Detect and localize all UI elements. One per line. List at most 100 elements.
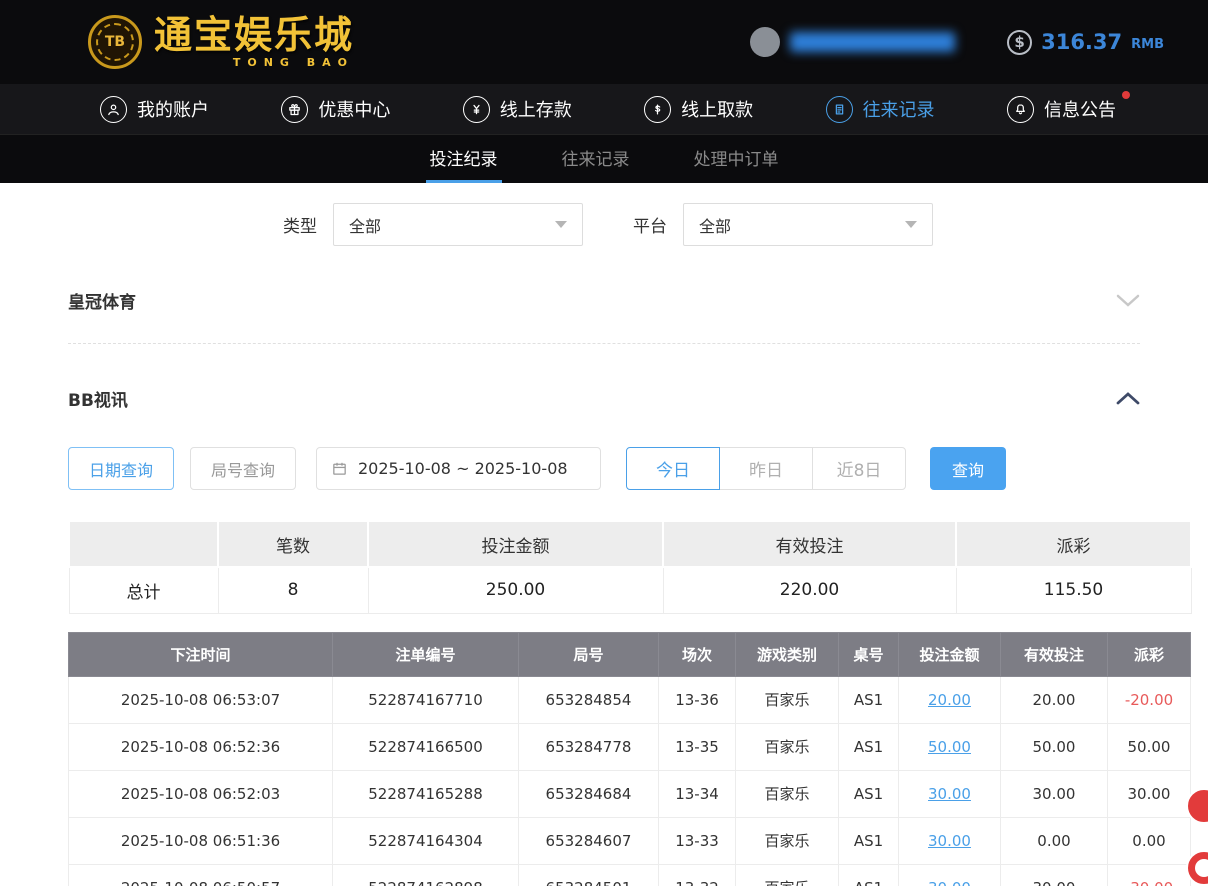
summary-total-label: 总计 [69, 567, 218, 613]
bet-amount-link[interactable]: 20.00 [928, 691, 971, 709]
summary-header-payout: 派彩 [956, 521, 1191, 567]
round-query-button[interactable]: 局号查询 [190, 447, 296, 490]
date-query-button[interactable]: 日期查询 [68, 447, 174, 490]
withdraw-coin-icon [644, 96, 671, 123]
platform-select-value: 全部 [699, 213, 731, 237]
table-row: 2025-10-08 06:52:36 522874166500 6532847… [69, 723, 1191, 770]
records-document-icon [826, 96, 853, 123]
bet-amount-link[interactable]: 30.00 [928, 879, 971, 886]
game-type: 百家乐 [736, 864, 839, 886]
session: 13-36 [659, 676, 736, 723]
bet-amount-link[interactable]: 50.00 [928, 738, 971, 756]
date-range-picker[interactable]: 2025-10-08 ~ 2025-10-08 [316, 447, 601, 490]
session: 13-35 [659, 723, 736, 770]
table-no: AS1 [839, 770, 899, 817]
nav-item-my-account[interactable]: 我的账户 [100, 96, 209, 123]
user-avatar[interactable] [750, 27, 780, 57]
table-no: AS1 [839, 864, 899, 886]
chevron-down-icon [905, 221, 917, 228]
col-game-type: 游戏类别 [736, 632, 839, 676]
col-session: 场次 [659, 632, 736, 676]
payout-value: -30.00 [1125, 879, 1173, 886]
type-select-value: 全部 [349, 213, 381, 237]
nav-item-deposit[interactable]: 线上存款 [463, 96, 572, 123]
summary-header-blank [69, 521, 218, 567]
game-type: 百家乐 [736, 817, 839, 864]
crown-sports-section-header[interactable]: 皇冠体育 [68, 288, 1140, 313]
notification-dot [1122, 91, 1130, 99]
summary-header-bet: 投注金额 [368, 521, 663, 567]
balance-amount: 316.37 [1041, 30, 1122, 54]
records-subnav: 投注纪录 往来记录 处理中订单 [0, 134, 1208, 183]
nav-item-announcements[interactable]: 信息公告 [1007, 96, 1116, 123]
round-id: 653284607 [519, 817, 659, 864]
calendar-icon [331, 460, 348, 477]
logo-subtitle: TONG BAO [233, 57, 354, 68]
col-table-no: 桌号 [839, 632, 899, 676]
table-row: 2025-10-08 06:50:57 522874162898 6532845… [69, 864, 1191, 886]
balance-currency: RMB [1131, 37, 1164, 52]
search-button[interactable]: 查询 [930, 447, 1006, 490]
bet-time: 2025-10-08 06:52:36 [69, 723, 333, 770]
bet-amount-link[interactable]: 30.00 [928, 785, 971, 803]
round-id: 653284778 [519, 723, 659, 770]
crown-sports-title: 皇冠体育 [68, 288, 136, 313]
session: 13-32 [659, 864, 736, 886]
table-row: 2025-10-08 06:51:36 522874164304 6532846… [69, 817, 1191, 864]
query-controls: 日期查询 局号查询 2025-10-08 ~ 2025-10-08 今日 昨日 … [68, 447, 1140, 490]
table-row: 2025-10-08 06:52:03 522874165288 6532846… [69, 770, 1191, 817]
payout-value: 0.00 [1132, 832, 1165, 850]
summary-valid-bet: 220.00 [663, 567, 956, 613]
chevron-down-icon[interactable] [1116, 294, 1140, 307]
summary-payout: 115.50 [956, 567, 1191, 613]
payout-value: 50.00 [1128, 738, 1171, 756]
main-nav: 我的账户 优惠中心 线上存款 线上取款 往来记录 信息公告 [0, 84, 1208, 134]
summary-bet-amount: 250.00 [368, 567, 663, 613]
top-header: TB 通宝娱乐城 TONG BAO $ 316.37 RMB [0, 0, 1208, 84]
bet-time: 2025-10-08 06:51:36 [69, 817, 333, 864]
col-round-id: 局号 [519, 632, 659, 676]
col-bet-time: 下注时间 [69, 632, 333, 676]
last-8-days-button[interactable]: 近8日 [812, 447, 906, 490]
chevron-down-icon [555, 221, 567, 228]
platform-select[interactable]: 全部 [683, 203, 933, 246]
summary-total-row: 总计 8 250.00 220.00 115.50 [69, 567, 1191, 613]
type-label: 类型 [283, 212, 317, 237]
balance-display[interactable]: $ 316.37 RMB [1007, 30, 1164, 55]
filter-bar: 类型 全部 平台 全部 [283, 203, 1208, 246]
tab-transaction-records[interactable]: 往来记录 [558, 135, 634, 183]
logo-text: 通宝娱乐城 TONG BAO [154, 16, 354, 68]
bet-records-table: 下注时间 注单编号 局号 场次 游戏类别 桌号 投注金额 有效投注 派彩 202… [68, 632, 1191, 886]
order-id: 522874164304 [333, 817, 519, 864]
type-select[interactable]: 全部 [333, 203, 583, 246]
bet-amount-link[interactable]: 30.00 [928, 832, 971, 850]
today-button[interactable]: 今日 [626, 447, 720, 490]
col-valid-bet: 有效投注 [1001, 632, 1108, 676]
tab-pending-orders[interactable]: 处理中订单 [690, 135, 783, 183]
bb-live-section-header[interactable]: BB视讯 [68, 386, 1140, 411]
section-divider [68, 343, 1140, 344]
order-id: 522874165288 [333, 770, 519, 817]
tab-bet-records[interactable]: 投注纪录 [426, 135, 502, 183]
bell-icon [1007, 96, 1034, 123]
casino-chip-icon: TB [88, 15, 142, 69]
bet-time: 2025-10-08 06:53:07 [69, 676, 333, 723]
summary-header-row: 笔数 投注金额 有效投注 派彩 [69, 521, 1191, 567]
chip-tb-label: TB [96, 23, 134, 61]
bet-time: 2025-10-08 06:50:57 [69, 864, 333, 886]
nav-label: 优惠中心 [318, 96, 390, 122]
nav-item-promotions[interactable]: 优惠中心 [281, 96, 390, 123]
yesterday-button[interactable]: 昨日 [719, 447, 813, 490]
user-icon [100, 96, 127, 123]
table-no: AS1 [839, 723, 899, 770]
chevron-up-icon[interactable] [1116, 392, 1140, 405]
valid-bet: 20.00 [1001, 676, 1108, 723]
nav-label: 线上存款 [500, 96, 572, 122]
site-logo[interactable]: TB 通宝娱乐城 TONG BAO [88, 15, 354, 69]
nav-item-records[interactable]: 往来记录 [826, 96, 935, 123]
nav-item-withdrawal[interactable]: 线上取款 [644, 96, 753, 123]
round-id: 653284854 [519, 676, 659, 723]
valid-bet: 30.00 [1001, 770, 1108, 817]
bb-live-title: BB视讯 [68, 386, 128, 411]
summary-count: 8 [218, 567, 368, 613]
